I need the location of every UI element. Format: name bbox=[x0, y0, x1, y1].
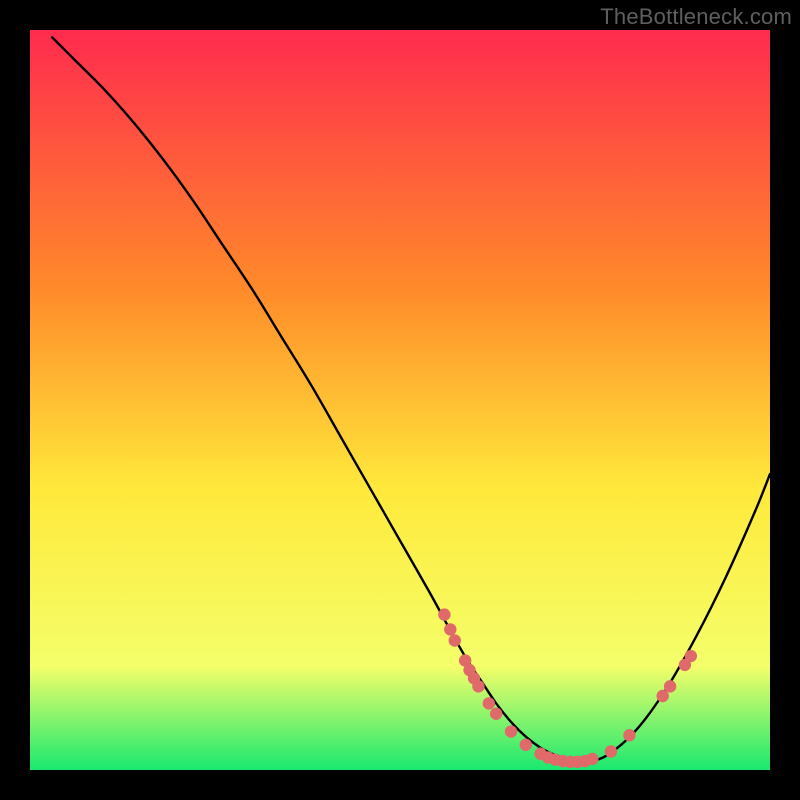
data-point bbox=[664, 680, 676, 692]
bottleneck-chart bbox=[30, 30, 770, 770]
data-point bbox=[490, 708, 502, 720]
data-point bbox=[623, 729, 635, 741]
data-point bbox=[472, 680, 484, 692]
watermark-label: TheBottleneck.com bbox=[600, 4, 792, 30]
data-point bbox=[449, 634, 461, 646]
data-point bbox=[505, 725, 517, 737]
data-point bbox=[605, 745, 617, 757]
data-point bbox=[438, 608, 450, 620]
gradient-background bbox=[30, 30, 770, 770]
data-point bbox=[444, 623, 456, 635]
data-point bbox=[483, 697, 495, 709]
data-point bbox=[685, 650, 697, 662]
data-point bbox=[520, 739, 532, 751]
chart-frame bbox=[30, 30, 770, 770]
data-point bbox=[586, 753, 598, 765]
